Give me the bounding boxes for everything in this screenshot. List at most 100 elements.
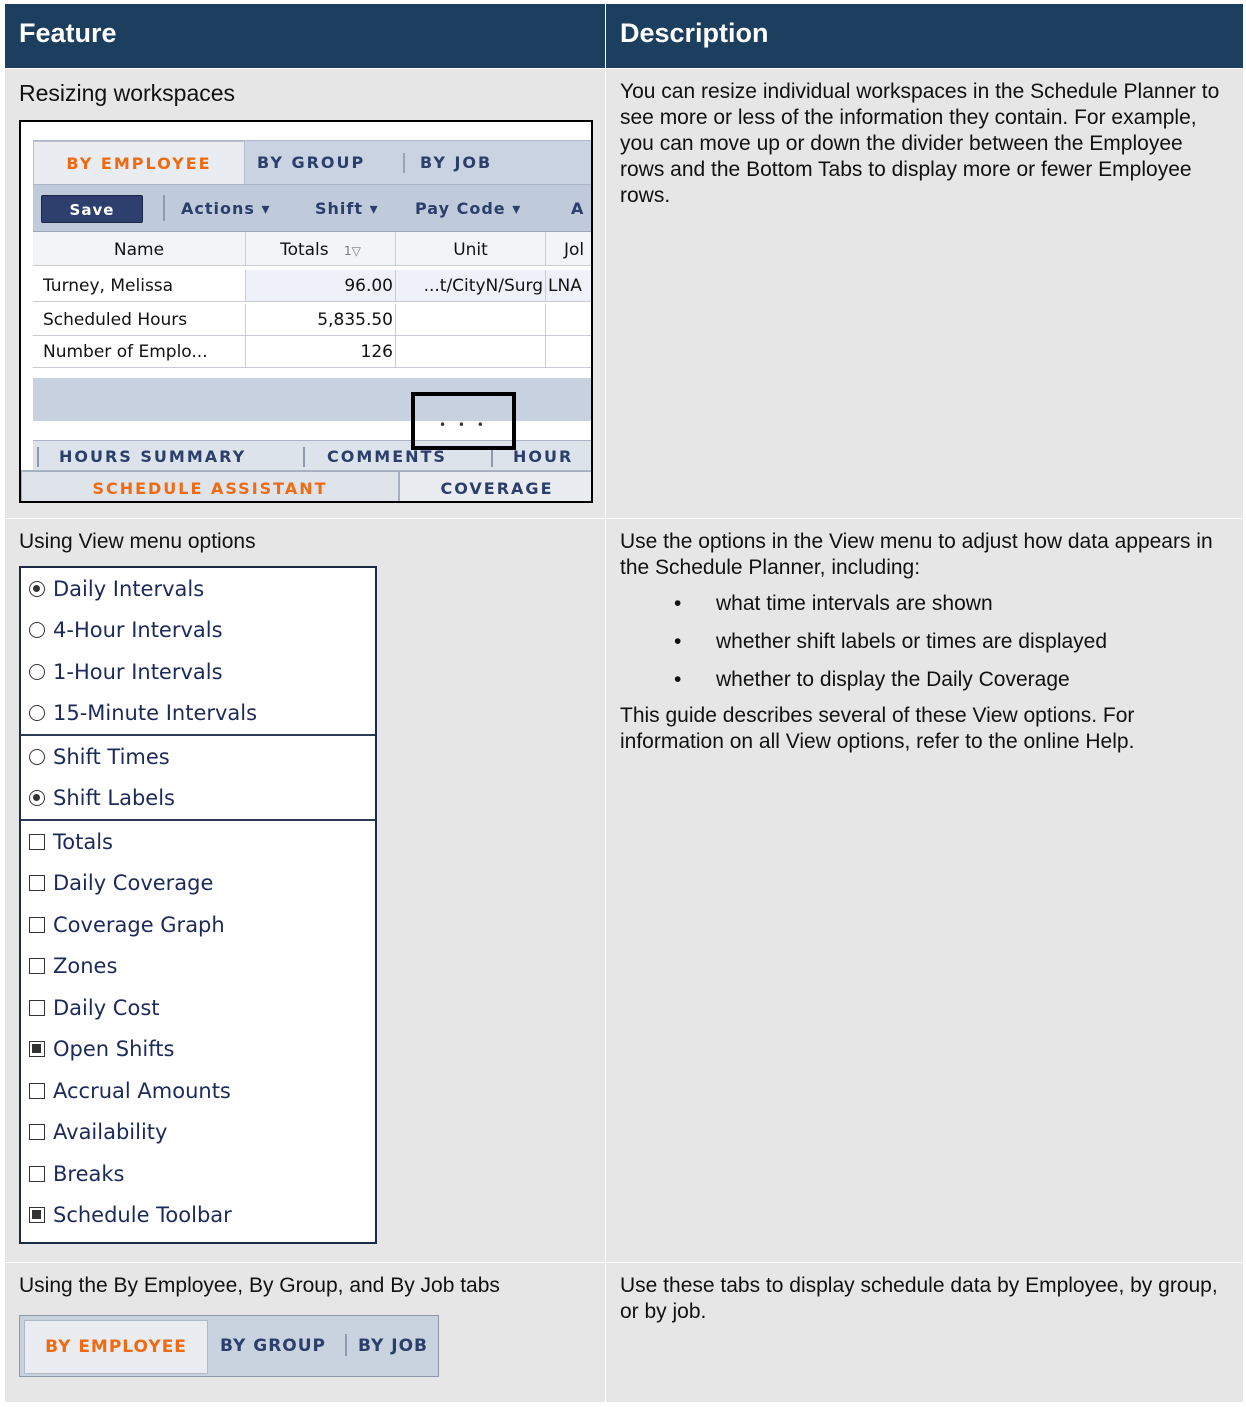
grid-cell-job <box>546 336 591 368</box>
menu-item-4-hour-intervals[interactable]: 4-Hour Intervals <box>21 610 375 652</box>
radio-selected-icon <box>29 790 45 807</box>
tab-divider <box>303 447 305 467</box>
menu-item-label: Schedule Toolbar <box>53 1203 232 1228</box>
menu-item-coverage-graph[interactable]: Coverage Graph <box>21 904 375 946</box>
menu-item-zones[interactable]: Zones <box>21 946 375 988</box>
feature-cell: Using View menu options Daily Intervals … <box>4 518 606 1263</box>
checkbox-icon <box>29 875 45 892</box>
tab-hours[interactable]: HOUR <box>513 447 573 466</box>
checkbox-icon <box>29 958 45 975</box>
radio-icon <box>29 622 45 639</box>
menu-item-daily-cost[interactable]: Daily Cost <box>21 987 375 1029</box>
tab-by-employee[interactable]: BY EMPLOYEE <box>33 141 245 185</box>
tab-hours-summary[interactable]: HOURS SUMMARY <box>59 447 246 466</box>
menu-item-availability[interactable]: Availability <box>21 1112 375 1154</box>
tab-divider <box>491 447 493 467</box>
description-cell: Use these tabs to display schedule data … <box>605 1262 1244 1403</box>
menu-item-label: Totals <box>53 829 113 854</box>
tabs-screenshot: BY EMPLOYEE BY GROUP BY JOB <box>19 1315 439 1377</box>
tab-divider <box>403 153 405 173</box>
table-row: Resizing workspaces BY EMPLOYEE BY GROUP… <box>4 68 1244 519</box>
menu-item-label: Coverage Graph <box>53 912 225 937</box>
grid-cell-name[interactable]: Turney, Melissa <box>33 270 246 302</box>
job-column-header[interactable]: Jol <box>546 232 591 266</box>
grid-cell-name: Number of Emplo... <box>33 336 246 368</box>
list-item: whether to display the Daily Coverage <box>674 661 1231 699</box>
totals-column-header[interactable]: Totals 1▽ <box>246 232 396 266</box>
more-menu[interactable]: A <box>571 199 584 218</box>
radio-icon <box>29 748 45 765</box>
radio-icon <box>29 705 45 722</box>
menu-item-shift-labels[interactable]: Shift Labels <box>21 778 375 820</box>
tab-schedule-assistant[interactable]: SCHEDULE ASSISTANT <box>21 471 399 501</box>
tab-by-group[interactable]: BY GROUP <box>220 1336 326 1356</box>
unit-column-header[interactable]: Unit <box>396 232 546 266</box>
actions-menu[interactable]: Actions ▾ <box>181 199 271 218</box>
menu-item-label: Availability <box>53 1120 168 1145</box>
menu-item-totals[interactable]: Totals <box>21 821 375 863</box>
menu-item-daily-coverage[interactable]: Daily Coverage <box>21 863 375 905</box>
name-column-header[interactable]: Name <box>33 232 246 266</box>
resize-divider-handle[interactable]: • • • <box>439 418 488 432</box>
description-bullet-list: what time intervals are shown whether sh… <box>674 585 1231 699</box>
schedule-toolbar: Save Actions ▾ Shift ▾ Pay Code ▾ A <box>33 184 591 232</box>
menu-item-shift-times[interactable]: Shift Times <box>21 736 375 778</box>
menu-item-1-hour-intervals[interactable]: 1-Hour Intervals <box>21 651 375 693</box>
sort-indicator-icon: 1▽ <box>344 244 361 258</box>
grid-cell-job <box>546 304 591 336</box>
feature-title: Using the By Employee, By Group, and By … <box>19 1274 500 1297</box>
tab-divider <box>37 447 39 467</box>
radio-icon <box>29 663 45 680</box>
description-column-header: Description <box>605 3 1244 69</box>
grid-cell-job[interactable]: LNA <box>546 270 591 302</box>
checkbox-checked-icon <box>29 1207 45 1224</box>
totals-header-label: Totals <box>280 240 329 260</box>
grid-cell-unit[interactable]: ...t/CityN/Surg <box>396 270 546 302</box>
description-cell: You can resize individual workspaces in … <box>605 68 1244 519</box>
grid-cell-totals[interactable]: 96.00 <box>246 270 396 302</box>
menu-item-15-minute-intervals[interactable]: 15-Minute Intervals <box>21 693 375 735</box>
save-button[interactable]: Save <box>41 195 143 223</box>
bottom-tabs-row: SCHEDULE ASSISTANT COVERAGE <box>21 470 591 501</box>
table-header-row: Feature Description <box>4 3 1244 69</box>
feature-cell: Using the By Employee, By Group, and By … <box>4 1262 606 1403</box>
feature-column-header: Feature <box>4 3 606 69</box>
menu-item-label: 15-Minute Intervals <box>53 701 258 726</box>
pay-code-menu[interactable]: Pay Code ▾ <box>415 199 521 218</box>
list-item: whether shift labels or times are displa… <box>674 623 1231 661</box>
grid-cell-unit <box>396 304 546 336</box>
menu-item-label: Daily Coverage <box>53 871 214 896</box>
checkbox-icon <box>29 1165 45 1182</box>
view-tabbar: BY EMPLOYEE BY GROUP BY JOB <box>33 140 591 185</box>
feature-table: Feature Description Resizing workspaces … <box>4 3 1244 1403</box>
view-menu-screenshot: Daily Intervals 4-Hour Intervals 1-Hour … <box>19 566 377 1244</box>
list-item: what time intervals are shown <box>674 585 1231 623</box>
checkbox-icon <box>29 833 45 850</box>
menu-item-daily-intervals[interactable]: Daily Intervals <box>21 568 375 610</box>
menu-item-open-shifts[interactable]: Open Shifts <box>21 1029 375 1071</box>
checkbox-icon <box>29 1124 45 1141</box>
employee-grid: Name Totals 1▽ Unit Jol Turney, Melissa … <box>33 232 591 377</box>
tab-by-job[interactable]: BY JOB <box>420 141 540 185</box>
tab-by-group[interactable]: BY GROUP <box>257 141 407 185</box>
menu-item-accrual-amounts[interactable]: Accrual Amounts <box>21 1070 375 1112</box>
grid-cell-totals: 126 <box>246 336 396 368</box>
radio-selected-icon <box>29 580 45 597</box>
toggle-options-group: Totals Daily Coverage Coverage Graph Zon… <box>21 821 375 1236</box>
tab-coverage[interactable]: COVERAGE <box>399 471 591 501</box>
menu-item-label: Shift Labels <box>53 786 176 811</box>
menu-item-label: 1-Hour Intervals <box>53 659 223 684</box>
shift-menu[interactable]: Shift ▾ <box>315 199 379 218</box>
menu-item-label: Open Shifts <box>53 1037 175 1062</box>
shift-display-options-group: Shift Times Shift Labels <box>21 736 375 821</box>
description-intro: Use the options in the View menu to adju… <box>620 530 1213 579</box>
description-text: Use these tabs to display schedule data … <box>620 1274 1218 1323</box>
grid-cell-name: Scheduled Hours <box>33 304 246 336</box>
tab-by-employee[interactable]: BY EMPLOYEE <box>24 1320 208 1374</box>
interval-options-group: Daily Intervals 4-Hour Intervals 1-Hour … <box>21 568 375 736</box>
tab-by-job[interactable]: BY JOB <box>358 1336 428 1356</box>
grid-cell-totals: 5,835.50 <box>246 304 396 336</box>
menu-item-breaks[interactable]: Breaks <box>21 1153 375 1195</box>
resizing-workspaces-screenshot: BY EMPLOYEE BY GROUP BY JOB Save Actions… <box>19 120 593 503</box>
menu-item-schedule-toolbar[interactable]: Schedule Toolbar <box>21 1195 375 1237</box>
